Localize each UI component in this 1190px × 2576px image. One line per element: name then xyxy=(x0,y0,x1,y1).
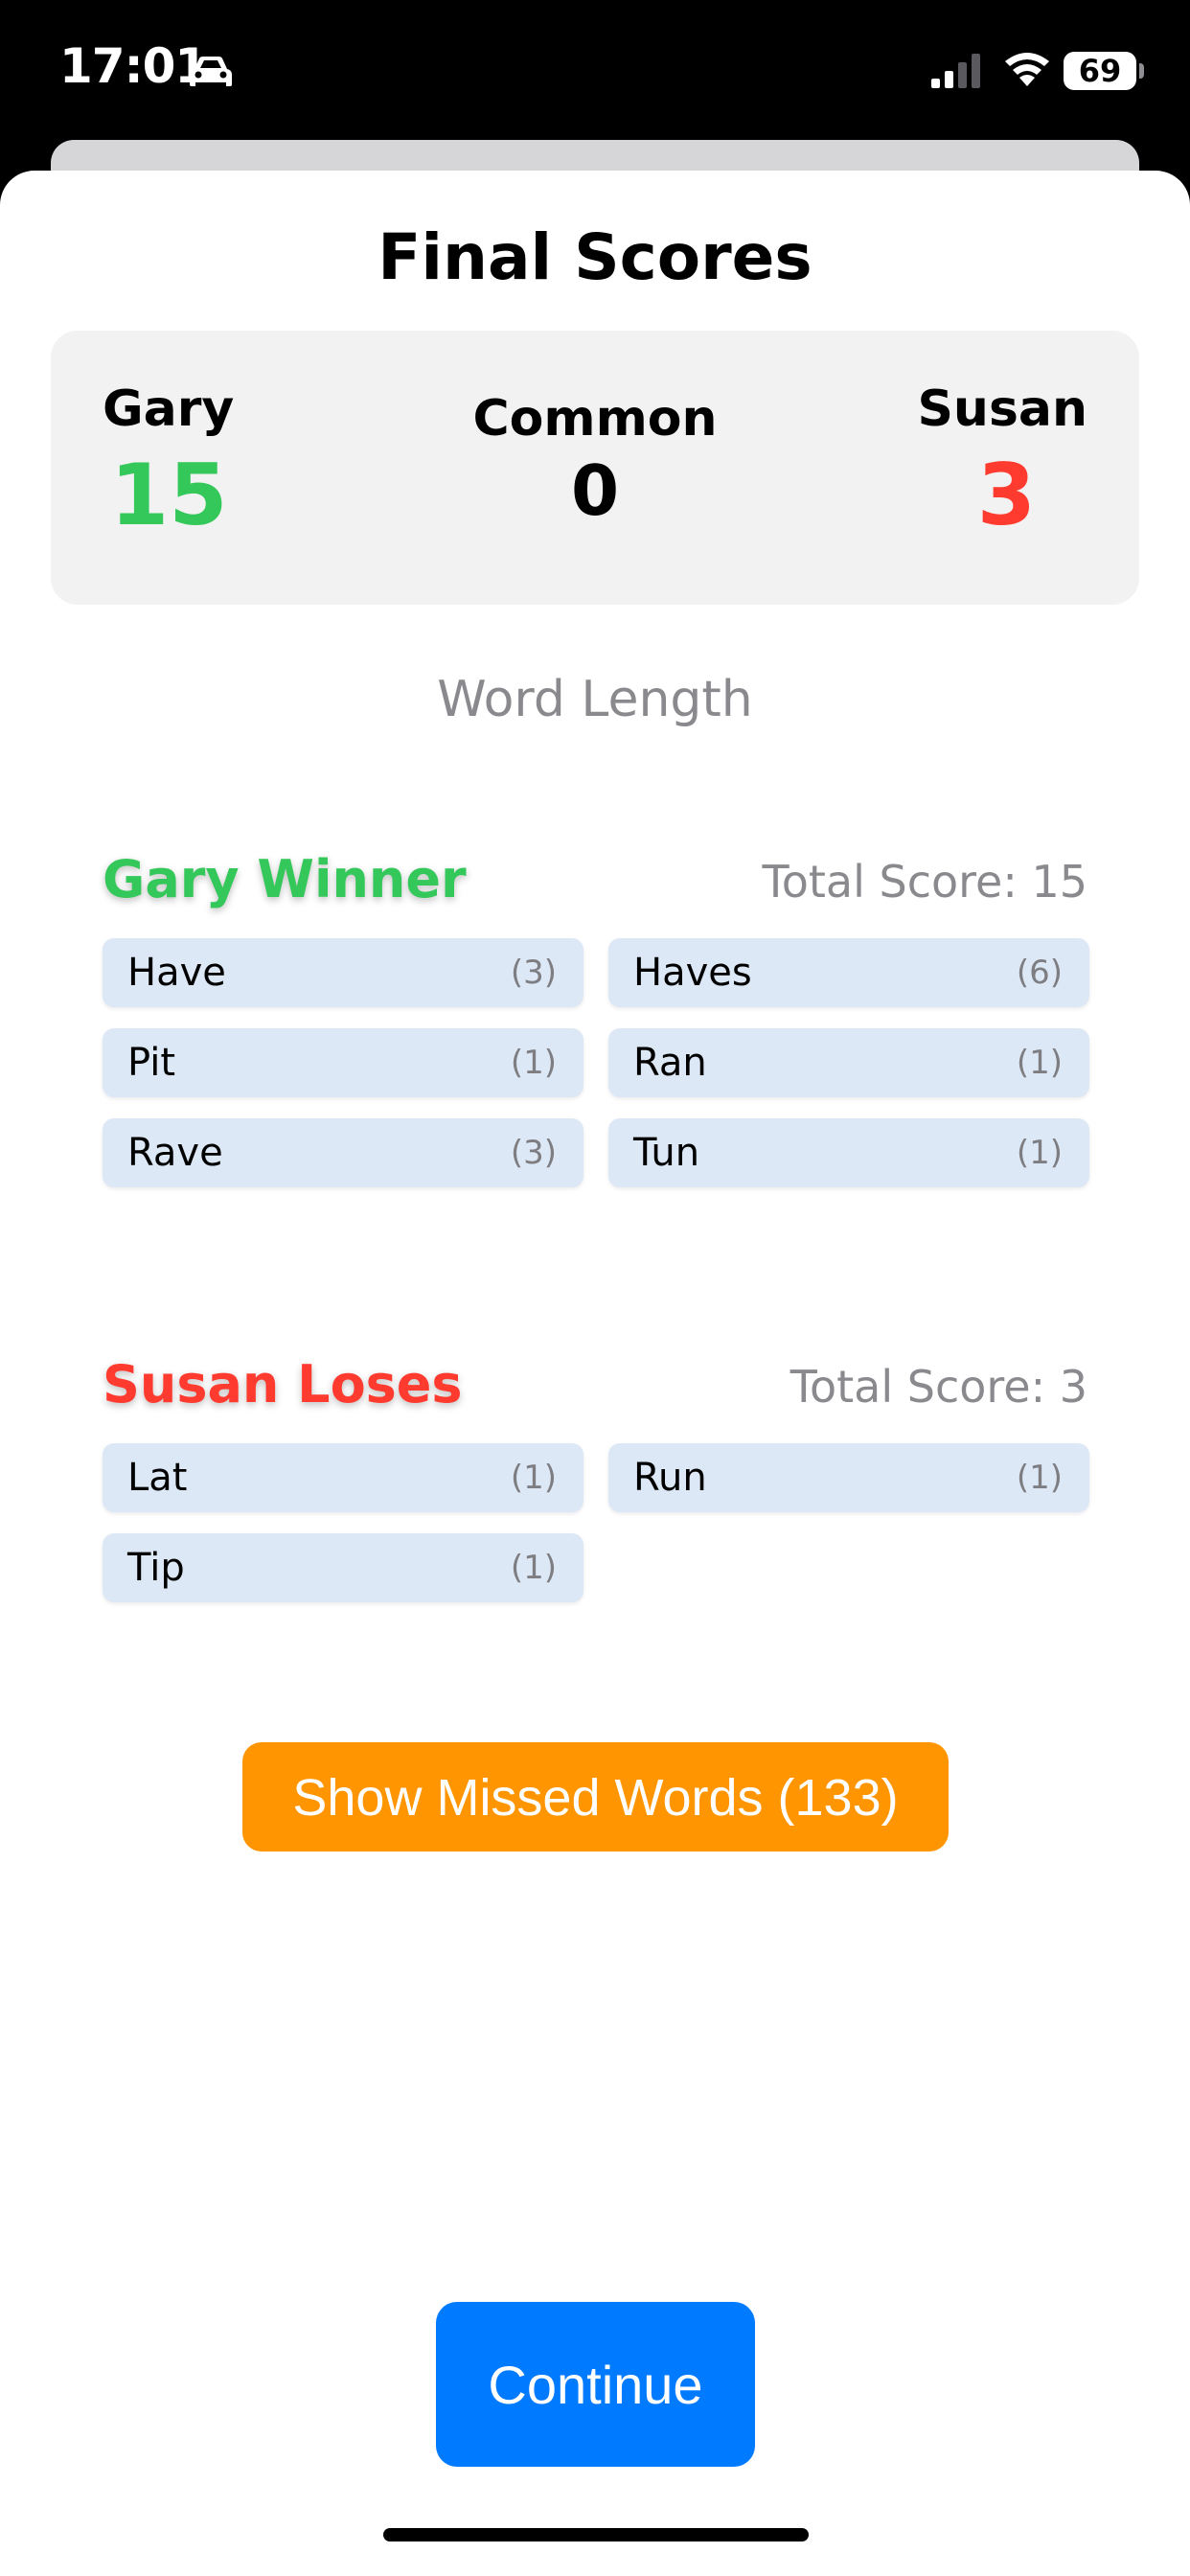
word-length-label: Word Length xyxy=(437,671,753,728)
chip-word: Rave xyxy=(127,1131,223,1175)
chip-word: Haves xyxy=(633,951,752,995)
chip-word: Ran xyxy=(633,1041,707,1085)
word-chip[interactable]: Lat (1) xyxy=(103,1443,584,1512)
car-icon xyxy=(190,57,232,86)
chip-word: Have xyxy=(127,951,226,995)
chip-word: Tun xyxy=(633,1131,700,1175)
chip-points: (3) xyxy=(510,954,557,992)
chip-points: (6) xyxy=(1016,954,1063,992)
chip-word: Pit xyxy=(127,1041,176,1085)
chip-points: (1) xyxy=(510,1044,557,1082)
word-chip[interactable]: Pit (1) xyxy=(103,1028,584,1097)
chip-points: (1) xyxy=(510,1459,557,1497)
page-title: Final Scores xyxy=(378,220,812,294)
chip-points: (3) xyxy=(510,1134,557,1172)
status-bar: 17:01 69 xyxy=(0,0,1190,144)
word-chip[interactable]: Haves (6) xyxy=(608,938,1089,1007)
common-score: 0 xyxy=(570,450,620,531)
gary-heading: Gary Winner xyxy=(103,849,467,909)
continue-button[interactable]: Continue xyxy=(436,2302,755,2467)
chip-word: Lat xyxy=(127,1456,188,1500)
status-time: 17:01 xyxy=(59,38,208,94)
battery-cap xyxy=(1139,63,1144,79)
chip-points: (1) xyxy=(510,1549,557,1587)
player2-score: 3 xyxy=(976,446,1036,544)
gary-total-score: Total Score: 15 xyxy=(762,856,1087,908)
player2-name: Susan xyxy=(917,380,1087,438)
word-chip[interactable]: Rave (3) xyxy=(103,1118,584,1187)
word-chip[interactable]: Ran (1) xyxy=(608,1028,1089,1097)
chip-word: Tip xyxy=(127,1546,185,1590)
show-missed-words-button[interactable]: Show Missed Words (133) xyxy=(242,1742,949,1852)
word-chip[interactable]: Run (1) xyxy=(608,1443,1089,1512)
score-card: Gary 15 Common 0 Susan 3 xyxy=(51,331,1139,605)
chip-points: (1) xyxy=(1016,1044,1063,1082)
chip-points: (1) xyxy=(1016,1134,1063,1172)
battery-icon: 69 xyxy=(1064,52,1136,90)
wifi-icon xyxy=(1005,53,1049,86)
home-indicator xyxy=(383,2528,809,2542)
word-chip[interactable]: Tun (1) xyxy=(608,1118,1089,1187)
chip-points: (1) xyxy=(1016,1459,1063,1497)
susan-heading: Susan Loses xyxy=(103,1354,463,1414)
susan-total-score: Total Score: 3 xyxy=(790,1361,1087,1413)
chip-word: Run xyxy=(633,1456,707,1500)
signal-icon xyxy=(931,54,980,88)
word-chip[interactable]: Tip (1) xyxy=(103,1533,584,1602)
word-chip[interactable]: Have (3) xyxy=(103,938,584,1007)
